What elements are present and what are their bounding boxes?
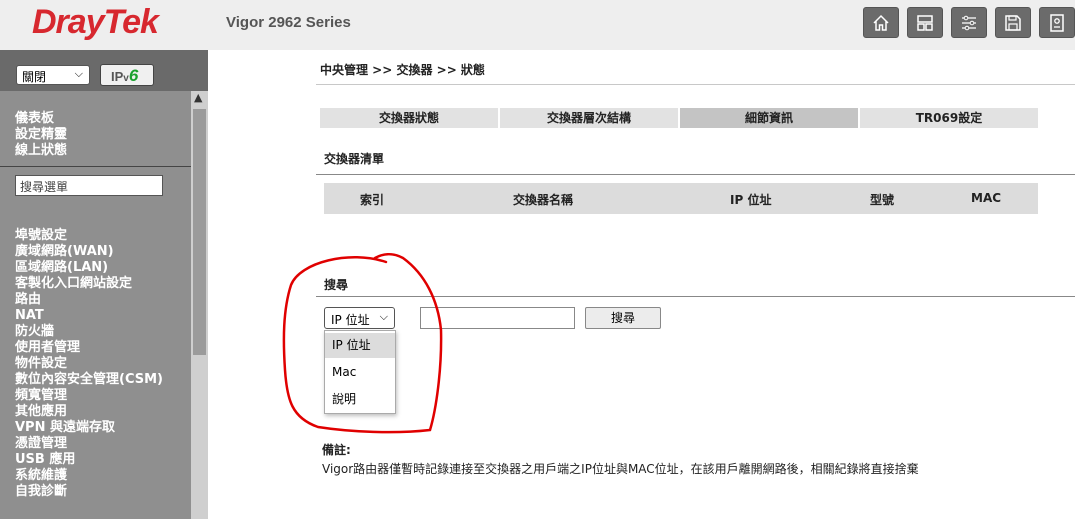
sidebar-item-firewall[interactable]: 防火牆 xyxy=(15,324,163,340)
note-title: 備註: xyxy=(322,443,351,457)
save-icon xyxy=(1005,14,1021,31)
breadcrumb: 中央管理 >> 交換器 >> 狀態 xyxy=(320,63,485,77)
tab-switch-status[interactable]: 交換器狀態 xyxy=(320,108,498,128)
option-ip-address[interactable]: IP 位址 xyxy=(325,333,395,358)
search-type-select[interactable]: IP 位址 ⌵ xyxy=(324,307,395,329)
draytek-logo: DrayTek xyxy=(32,3,159,41)
sliders-icon xyxy=(962,15,976,30)
chevron-down-icon: ⌵ xyxy=(379,310,388,323)
search-button[interactable]: 搜尋 xyxy=(585,307,661,329)
header-bar: DrayTek Vigor 2962 Series xyxy=(0,0,1075,50)
sidebar-item-routing[interactable]: 路由 xyxy=(15,292,163,308)
ipv6-button[interactable]: IPv6 xyxy=(100,64,154,86)
home-button[interactable] xyxy=(863,7,899,38)
column-switch-name: 交換器名稱 xyxy=(513,193,574,207)
sidebar-item-wizards[interactable]: 設定精靈 xyxy=(15,127,67,143)
layout-icon xyxy=(917,14,933,31)
sidebar-item-certificates[interactable]: 憑證管理 xyxy=(15,436,163,452)
sidebar-item-nat[interactable]: NAT xyxy=(15,308,163,324)
ipv6-six: 6 xyxy=(128,66,139,85)
column-index: 索引 xyxy=(360,193,385,207)
sidebar-item-usb[interactable]: USB 應用 xyxy=(15,452,163,468)
tab-detail-info[interactable]: 細節資訊 xyxy=(680,108,858,128)
search-type-dropdown: IP 位址 Mac 說明 xyxy=(324,330,396,414)
sidebar-item-csm[interactable]: 數位內容安全管理(CSM) xyxy=(15,372,163,388)
sidebar-item-diagnostics[interactable]: 自我診斷 xyxy=(15,484,163,500)
sidebar-item-applications[interactable]: 其他應用 xyxy=(15,404,163,420)
language-value: 關閉 xyxy=(22,70,47,84)
menu-search-input[interactable]: 搜尋選單 xyxy=(15,175,163,196)
sidebar-top-menu: 儀表板 設定精靈 線上狀態 xyxy=(15,111,67,159)
search-input[interactable] xyxy=(420,307,575,329)
sidebar-item-bandwidth[interactable]: 頻寬管理 xyxy=(15,388,163,404)
search-section-title: 搜尋 xyxy=(324,278,349,292)
sidebar-item-maintenance[interactable]: 系統維護 xyxy=(15,468,163,484)
sidebar: 關閉 ⌵ IPv6 儀表板 設定精靈 線上狀態 搜尋選單 埠號設定 廣域網路(W… xyxy=(0,50,208,519)
sidebar-top: 關閉 ⌵ IPv6 xyxy=(0,50,208,91)
switch-list-divider xyxy=(316,174,1075,175)
column-model: 型號 xyxy=(870,193,895,207)
tab-switch-hierarchy[interactable]: 交換器層次結構 xyxy=(500,108,678,128)
switch-table-header: 索引 交換器名稱 IP 位址 型號 MAC xyxy=(324,183,1038,214)
save-button[interactable] xyxy=(995,7,1031,38)
tab-bar: 交換器狀態 交換器層次結構 細節資訊 TR069設定 xyxy=(320,108,1040,128)
note-text: Vigor路由器僅暫時記錄連接至交換器之用戶端之IP位址與MAC位址，在該用戶離… xyxy=(322,462,919,476)
option-mac[interactable]: Mac xyxy=(325,360,395,385)
sidebar-item-dashboard[interactable]: 儀表板 xyxy=(15,111,67,127)
column-ip-address: IP 位址 xyxy=(730,193,772,207)
home-icon xyxy=(873,14,889,31)
tab-tr069-settings[interactable]: TR069設定 xyxy=(860,108,1038,128)
sidebar-item-wan[interactable]: 廣域網路(WAN) xyxy=(15,244,163,260)
model-name: Vigor 2962 Series xyxy=(226,14,351,31)
sidebar-item-portal[interactable]: 客製化入口網站設定 xyxy=(15,276,163,292)
sidebar-item-lan[interactable]: 區域網路(LAN) xyxy=(15,260,163,276)
logout-icon xyxy=(1050,13,1064,32)
sidebar-item-objects[interactable]: 物件設定 xyxy=(15,356,163,372)
switch-list-title: 交換器清單 xyxy=(324,152,385,166)
language-select[interactable]: 關閉 ⌵ xyxy=(16,65,90,85)
sidebar-item-vpn[interactable]: VPN 與遠端存取 xyxy=(15,420,163,436)
sidebar-item-user-management[interactable]: 使用者管理 xyxy=(15,340,163,356)
scrollbar-thumb[interactable] xyxy=(193,109,206,355)
search-type-value: IP 位址 xyxy=(331,313,370,327)
sidebar-item-ports[interactable]: 埠號設定 xyxy=(15,228,163,244)
option-description[interactable]: 說明 xyxy=(325,387,395,412)
chevron-down-icon: ⌵ xyxy=(74,67,83,80)
scroll-up-icon[interactable]: ▲ xyxy=(194,91,202,104)
settings-button[interactable] xyxy=(951,7,987,38)
column-mac: MAC xyxy=(971,191,1002,205)
sidebar-divider xyxy=(0,166,191,167)
sidebar-menu: 埠號設定 廣域網路(WAN) 區域網路(LAN) 客製化入口網站設定 路由 NA… xyxy=(15,228,163,500)
breadcrumb-divider xyxy=(316,84,1075,85)
search-section-divider xyxy=(316,296,1075,297)
ipv6-prefix: IP xyxy=(111,69,124,84)
sidebar-item-online-status[interactable]: 線上狀態 xyxy=(15,143,67,159)
sidebar-scrollbar[interactable]: ▲ xyxy=(191,91,208,519)
layout-button[interactable] xyxy=(907,7,943,38)
logout-button[interactable] xyxy=(1039,7,1075,38)
